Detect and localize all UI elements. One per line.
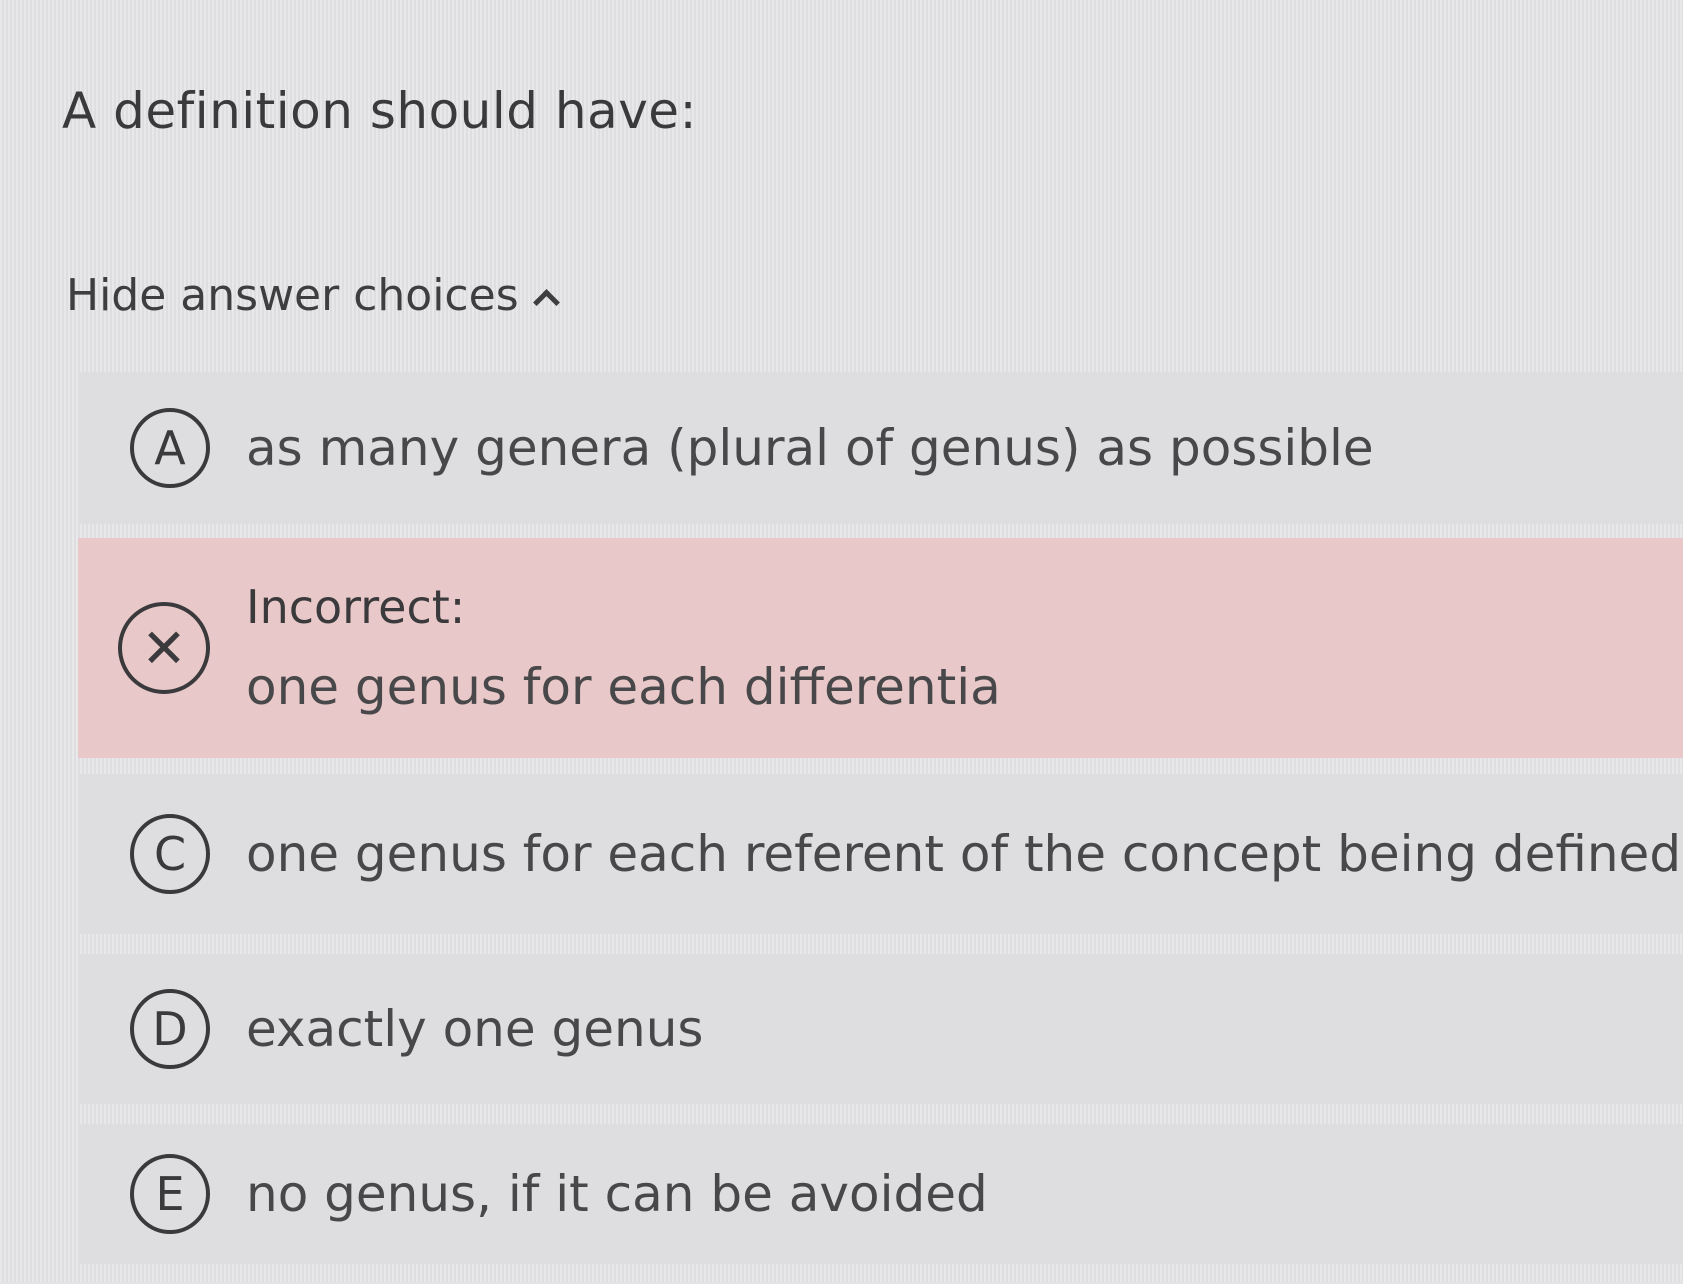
choice-text-d: exactly one genus bbox=[246, 1000, 704, 1058]
choice-letter-badge-d: D bbox=[130, 989, 210, 1069]
incorrect-feedback: Incorrect: one genus for each differenti… bbox=[246, 580, 1001, 716]
toggle-label: Hide answer choices bbox=[66, 270, 519, 321]
choice-text-a: as many genera (plural of genus) as poss… bbox=[246, 419, 1374, 477]
answer-choices-list: A as many genera (plural of genus) as po… bbox=[78, 372, 1683, 1284]
choice-letter-badge-e: E bbox=[130, 1154, 210, 1234]
answer-choice-b-incorrect[interactable]: ✕ Incorrect: one genus for each differen… bbox=[78, 538, 1683, 758]
choice-text-c: one genus for each referent of the conce… bbox=[246, 825, 1682, 883]
incorrect-label: Incorrect: bbox=[246, 580, 466, 634]
choice-text-b: one genus for each differentia bbox=[246, 658, 1001, 716]
x-icon: ✕ bbox=[118, 602, 210, 694]
choice-letter-badge-c: C bbox=[130, 814, 210, 894]
choice-letter-badge-a: A bbox=[130, 408, 210, 488]
hide-answer-choices-toggle[interactable]: Hide answer choices bbox=[66, 270, 560, 321]
answer-choice-e[interactable]: E no genus, if it can be avoided bbox=[78, 1124, 1683, 1264]
question-text: A definition should have: bbox=[62, 82, 697, 140]
answer-choice-c[interactable]: C one genus for each referent of the con… bbox=[78, 774, 1683, 934]
answer-choice-a[interactable]: A as many genera (plural of genus) as po… bbox=[78, 372, 1683, 524]
page: A definition should have: Hide answer ch… bbox=[0, 0, 1683, 1282]
choice-text-e: no genus, if it can be avoided bbox=[246, 1165, 988, 1223]
chevron-up-icon bbox=[532, 289, 560, 316]
answer-choice-d[interactable]: D exactly one genus bbox=[78, 954, 1683, 1104]
